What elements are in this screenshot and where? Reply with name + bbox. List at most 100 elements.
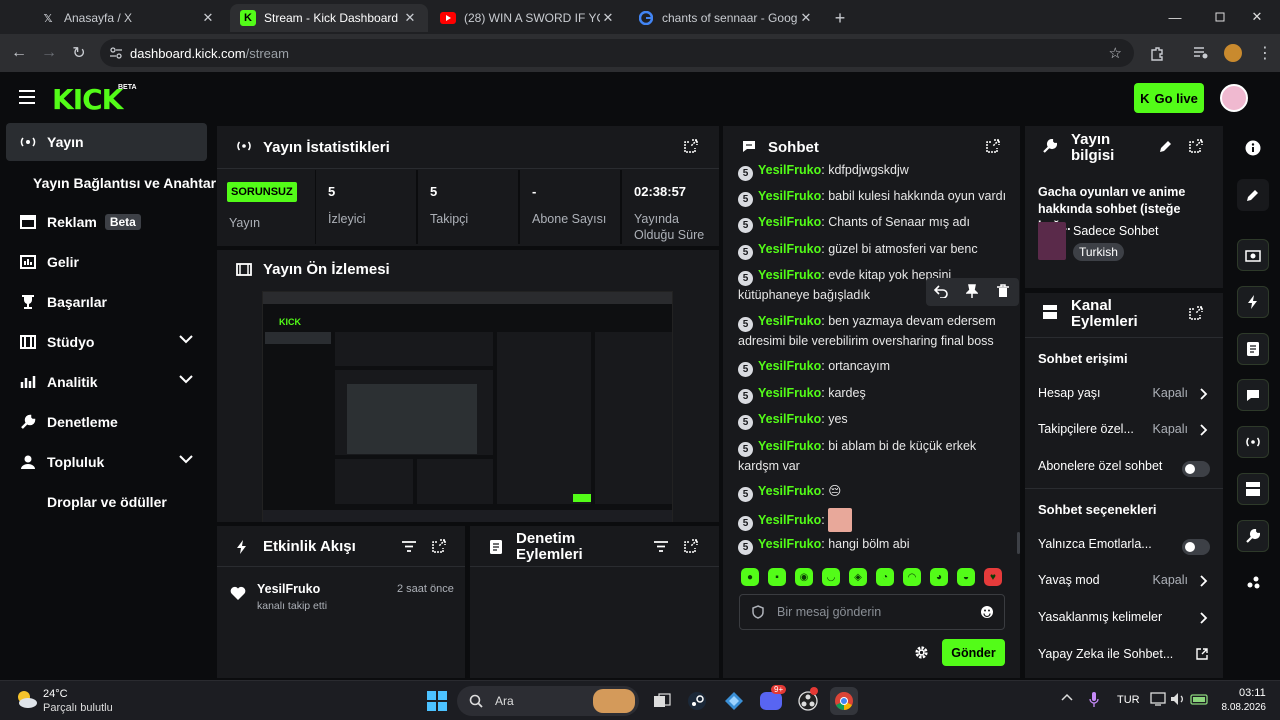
popout-icon[interactable] xyxy=(684,539,700,555)
document-icon[interactable] xyxy=(1237,333,1269,365)
site-info-icon[interactable] xyxy=(109,46,123,60)
back-icon[interactable]: ← xyxy=(6,40,32,66)
subscribers-only-toggle[interactable] xyxy=(1182,461,1210,477)
setting-account-age[interactable]: Hesap yaşı Kapalı xyxy=(1038,386,1210,406)
delete-icon[interactable] xyxy=(997,284,1009,298)
setting-slow-mode[interactable]: Yavaş mod Kapalı xyxy=(1038,573,1210,593)
sidebar-item-topluluk[interactable]: Topluluk xyxy=(6,443,207,481)
weather-desc[interactable]: Parçalı bulutlu xyxy=(43,702,113,714)
sidebar-item-basarilar[interactable]: Başarılar xyxy=(6,283,207,321)
user-avatar[interactable] xyxy=(1220,84,1248,112)
quick-emote[interactable]: ◈ xyxy=(849,568,867,586)
info-icon[interactable] xyxy=(1237,132,1269,164)
lightning-icon[interactable] xyxy=(1237,286,1269,318)
sidebar-item-analitik[interactable]: Analitik xyxy=(6,363,207,401)
broadcast-icon[interactable] xyxy=(1237,426,1269,458)
task-view-icon[interactable] xyxy=(648,687,676,715)
minimize-window-button[interactable]: — xyxy=(1152,0,1198,34)
chat-username[interactable]: YesilFruko xyxy=(758,359,821,373)
app-icon[interactable] xyxy=(720,687,748,715)
chat-username[interactable]: YesilFruko xyxy=(758,484,821,498)
kick-logo[interactable]: KICK xyxy=(52,83,123,116)
pin-icon[interactable] xyxy=(966,284,978,298)
close-icon[interactable]: ✕ xyxy=(200,10,216,26)
chat-username[interactable]: YesilFruko xyxy=(758,412,821,426)
category-name[interactable]: Sadece Sohbet xyxy=(1073,224,1159,238)
bookmark-star-icon[interactable]: ☆ xyxy=(1109,44,1122,62)
popout-icon[interactable] xyxy=(1189,139,1205,155)
popout-icon[interactable] xyxy=(684,139,700,155)
menu-kebab-icon[interactable]: ⋮ xyxy=(1252,40,1278,66)
quick-emote[interactable]: ◠ xyxy=(903,568,921,586)
chat-username[interactable]: YesilFruko xyxy=(758,242,821,256)
edit-pencil-icon[interactable] xyxy=(1237,179,1269,211)
media-control-icon[interactable] xyxy=(1188,40,1214,66)
reply-icon[interactable] xyxy=(934,285,948,298)
clock-time[interactable]: 03:11 xyxy=(1239,687,1266,699)
go-live-button[interactable]: K Go live xyxy=(1134,83,1204,113)
chat-scrollbar[interactable] xyxy=(1017,532,1020,554)
browser-tab-youtube[interactable]: (28) WIN A SWORD IF YOU CAN ✕ xyxy=(430,4,626,32)
chat-username[interactable]: YesilFruko xyxy=(758,215,821,229)
close-icon[interactable]: ✕ xyxy=(402,10,418,26)
close-icon[interactable]: ✕ xyxy=(600,10,616,26)
browser-tab-kick[interactable]: K Stream - Kick Dashboard ✕ xyxy=(230,4,428,32)
sidebar-item-stream-key[interactable]: Yayın Bağlantısı ve Anahtarı xyxy=(6,164,220,202)
sidebar-item-gelir[interactable]: Gelir xyxy=(6,243,207,281)
chat-bubble-icon[interactable] xyxy=(1237,379,1269,411)
sidebar-item-droplar[interactable]: Droplar ve ödüller xyxy=(6,483,207,521)
send-button[interactable]: Gönder xyxy=(942,639,1005,666)
popout-icon[interactable] xyxy=(432,539,448,555)
chat-username[interactable]: YesilFruko xyxy=(758,439,821,453)
chat-message[interactable]: 5 YesilFruko: ortancayım xyxy=(738,357,1008,377)
emote-only-toggle[interactable] xyxy=(1182,539,1210,555)
quick-emote[interactable]: ◉ xyxy=(795,568,813,586)
event-user[interactable]: YesilFruko xyxy=(257,582,320,596)
weather-temp[interactable]: 24°C xyxy=(43,688,68,700)
chat-message[interactable]: 5 YesilFruko: kdfpdjwgskdjw xyxy=(738,161,1008,181)
chat-input[interactable]: Bir mesaj gönderin xyxy=(739,594,1005,630)
capture-icon[interactable] xyxy=(1237,239,1269,271)
chat-message[interactable]: 5 YesilFruko: ben yazmaya devam edersem a… xyxy=(738,312,1008,350)
chat-message[interactable]: 5 YesilFruko: xyxy=(738,508,1008,532)
chat-message[interactable]: 5 YesilFruko: bi ablam bi de küçük erkek … xyxy=(738,437,1008,475)
hamburger-menu-icon[interactable] xyxy=(19,90,35,104)
chrome-icon[interactable] xyxy=(830,687,858,715)
input-language[interactable]: TUR xyxy=(1117,694,1140,706)
category-thumbnail[interactable] xyxy=(1038,222,1066,260)
quick-emote[interactable]: ♥ xyxy=(984,568,1002,586)
chat-message[interactable]: 5 YesilFruko: hangi bölm abi xyxy=(738,535,1008,555)
chat-message[interactable]: 5 YesilFruko: yes xyxy=(738,410,1008,430)
sidebar-item-yayin[interactable]: Yayın xyxy=(6,123,207,161)
forward-icon[interactable]: → xyxy=(36,40,62,66)
tray-overflow-icon[interactable] xyxy=(1061,693,1073,701)
sidebar-item-denetleme[interactable]: Denetleme xyxy=(6,403,207,441)
setting-ai-chat[interactable]: Yapay Zeka ile Sohbet... xyxy=(1038,647,1210,667)
chat-message[interactable]: 5 YesilFruko: Chants of Senaar mış adı xyxy=(738,213,1008,233)
chat-username[interactable]: YesilFruko xyxy=(758,386,821,400)
chat-username[interactable]: YesilFruko xyxy=(758,537,821,551)
setting-banned-words[interactable]: Yasaklanmış kelimeler xyxy=(1038,610,1210,630)
close-icon[interactable]: ✕ xyxy=(798,10,814,26)
setting-emote-only[interactable]: Yalnızca Emotlarla... xyxy=(1038,537,1210,557)
chat-message[interactable]: 5 YesilFruko: güzel bi atmosferi var benc xyxy=(738,240,1008,260)
chat-username[interactable]: YesilFruko xyxy=(758,163,821,177)
quick-emote[interactable]: ◒ xyxy=(957,568,975,586)
quick-emote[interactable]: ◔ xyxy=(876,568,894,586)
channel-actions-icon[interactable] xyxy=(1237,473,1269,505)
address-bar[interactable]: dashboard.kick.com/stream ☆ xyxy=(100,39,1134,67)
quick-emote[interactable]: ◡ xyxy=(822,568,840,586)
new-tab-button[interactable]: + xyxy=(828,4,852,32)
quick-emote[interactable]: ◕ xyxy=(930,568,948,586)
filter-icon[interactable] xyxy=(402,541,416,552)
popout-icon[interactable] xyxy=(1189,306,1205,322)
steam-icon[interactable] xyxy=(683,687,711,715)
sidebar-item-studyo[interactable]: Stüdyo xyxy=(6,323,207,361)
chat-message[interactable]: 5 YesilFruko: 😔 xyxy=(738,482,1008,502)
chat-message[interactable]: 5 YesilFruko: kardeş xyxy=(738,384,1008,404)
browser-tab-google[interactable]: chants of sennaar - Google'da A ✕ xyxy=(628,4,824,32)
taskbar-search[interactable]: Ara xyxy=(457,686,639,716)
browser-tab-x[interactable]: 𝕏 Anasayfa / X ✕ xyxy=(30,4,226,32)
edit-pencil-icon[interactable] xyxy=(1159,140,1172,153)
windows-start-icon[interactable] xyxy=(423,687,451,715)
